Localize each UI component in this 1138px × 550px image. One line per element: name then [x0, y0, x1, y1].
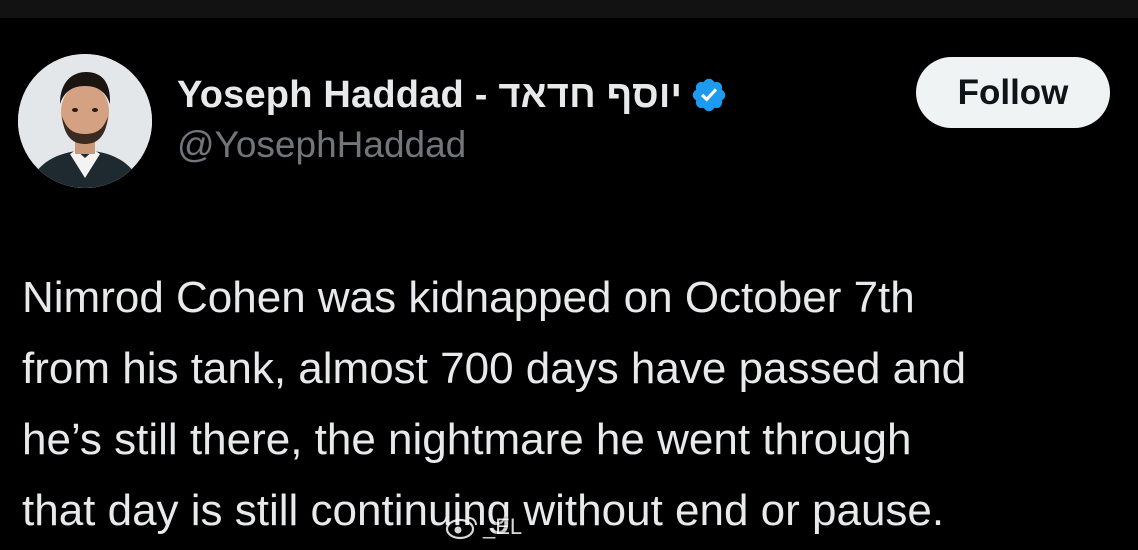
- verified-badge-icon[interactable]: [690, 76, 728, 114]
- top-bar: [0, 0, 1138, 18]
- tweet-text-line: that day is still continuing without end…: [22, 486, 945, 535]
- profile-photo: [18, 54, 152, 188]
- weibo-logo-icon: [445, 517, 477, 540]
- watermark: _EL: [445, 510, 522, 544]
- author-name-row[interactable]: Yoseph Haddad - יוסף חדאד: [177, 70, 728, 120]
- display-name[interactable]: Yoseph Haddad - יוסף חדאד: [177, 74, 682, 117]
- user-handle[interactable]: @YosephHaddad: [177, 124, 466, 166]
- follow-button[interactable]: Follow: [916, 57, 1110, 128]
- avatar[interactable]: [18, 54, 152, 188]
- tweet-text-line: Nimrod Cohen was kidnapped on October 7t…: [22, 273, 915, 322]
- tweet-text-line: from his tank, almost 700 days have pass…: [22, 344, 967, 393]
- watermark-text: _EL: [483, 514, 523, 539]
- tweet-text: Nimrod Cohen was kidnapped on October 7t…: [22, 262, 1132, 546]
- tweet-text-line: he’s still there, the nightmare he went …: [22, 415, 912, 464]
